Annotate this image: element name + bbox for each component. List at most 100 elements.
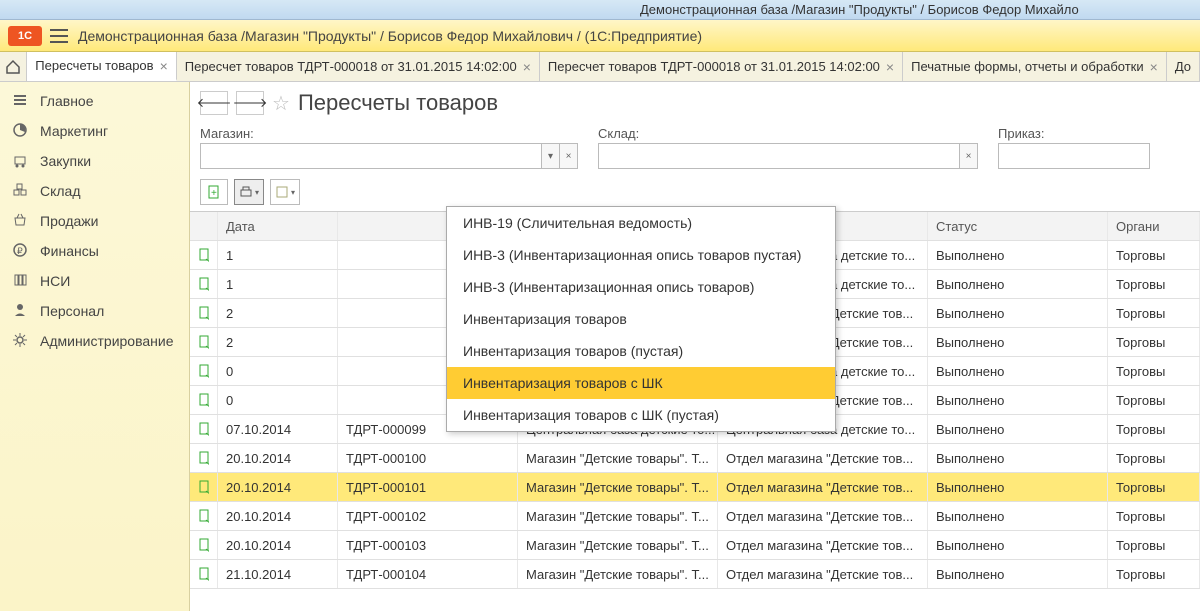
cell-status: Выполнено — [928, 560, 1108, 588]
sidebar-item-5[interactable]: ₽Финансы — [0, 236, 189, 266]
cell-status: Выполнено — [928, 299, 1108, 327]
table-row[interactable]: 21.10.2014ТДРТ-000104Магазин "Детские то… — [190, 560, 1200, 589]
tab-3[interactable]: Печатные формы, отчеты и обработки× — [903, 52, 1167, 81]
sidebar-item-label: Продажи — [40, 213, 98, 229]
content-area: 🡐 🡒 ☆ Пересчеты товаров Магазин: ▾ × Скл… — [190, 82, 1200, 611]
row-icon-cell — [190, 241, 218, 269]
col-icon[interactable] — [190, 212, 218, 240]
cell-store: Магазин "Детские товары". Т... — [518, 444, 718, 472]
tab-1[interactable]: Пересчет товаров ТДРТ-000018 от 31.01.20… — [177, 52, 540, 81]
col-org[interactable]: Органи — [1108, 212, 1200, 240]
dropdown-item[interactable]: Инвентаризация товаров — [447, 303, 835, 335]
boxes-icon — [12, 182, 30, 200]
chevron-down-icon: ▾ — [255, 188, 259, 197]
cell-org: Торговы — [1108, 502, 1200, 530]
cell-status: Выполнено — [928, 270, 1108, 298]
cell-date: 20.10.2014 — [218, 473, 338, 501]
close-icon[interactable]: × — [886, 59, 894, 75]
cell-org: Торговы — [1108, 531, 1200, 559]
report-icon — [275, 185, 289, 199]
reports-button[interactable]: ▾ — [270, 179, 300, 205]
home-tab[interactable] — [0, 52, 27, 81]
close-icon[interactable]: × — [523, 59, 531, 75]
filter-order-input[interactable] — [999, 144, 1149, 168]
row-icon-cell — [190, 502, 218, 530]
chevron-down-icon: ▾ — [291, 188, 295, 197]
create-button[interactable]: + — [200, 179, 228, 205]
filter-shop-combo[interactable]: ▾ × — [200, 143, 578, 169]
filter-warehouse-input[interactable] — [599, 144, 959, 168]
sidebar-item-7[interactable]: Персонал — [0, 296, 189, 326]
close-icon[interactable]: × — [160, 58, 168, 74]
table-row[interactable]: 20.10.2014ТДРТ-000102Магазин "Детские то… — [190, 502, 1200, 531]
list-icon — [12, 92, 30, 110]
cell-status: Выполнено — [928, 502, 1108, 530]
table-row[interactable]: 20.10.2014ТДРТ-000101Магазин "Детские то… — [190, 473, 1200, 502]
cart-icon — [12, 152, 30, 170]
cell-org: Торговы — [1108, 415, 1200, 443]
table-row[interactable]: 20.10.2014ТДРТ-000100Магазин "Детские то… — [190, 444, 1200, 473]
row-icon-cell — [190, 444, 218, 472]
sidebar-item-2[interactable]: Закупки — [0, 146, 189, 176]
tab-2[interactable]: Пересчет товаров ТДРТ-000018 от 31.01.20… — [540, 52, 903, 81]
cell-org: Торговы — [1108, 299, 1200, 327]
row-icon-cell — [190, 415, 218, 443]
clear-icon[interactable]: × — [559, 144, 577, 168]
sidebar-item-8[interactable]: Администрирование — [0, 326, 189, 356]
dropdown-item[interactable]: Инвентаризация товаров с ШК — [447, 367, 835, 399]
cell-date: 07.10.2014 — [218, 415, 338, 443]
cell-number: ТДРТ-000102 — [338, 502, 518, 530]
table-row[interactable]: 20.10.2014ТДРТ-000103Магазин "Детские то… — [190, 531, 1200, 560]
document-icon — [198, 364, 209, 378]
document-icon — [198, 277, 209, 291]
filter-order-combo[interactable] — [998, 143, 1150, 169]
row-icon-cell — [190, 531, 218, 559]
tab-4[interactable]: До — [1167, 52, 1200, 81]
tab-label: Пересчет товаров ТДРТ-000018 от 31.01.20… — [548, 59, 880, 74]
clear-icon[interactable]: × — [959, 144, 977, 168]
document-icon — [198, 335, 209, 349]
books-icon — [12, 272, 30, 290]
coin-icon: ₽ — [12, 242, 30, 260]
cell-org: Торговы — [1108, 357, 1200, 385]
dropdown-item[interactable]: ИНВ-19 (Сличительная ведомость) — [447, 207, 835, 239]
dropdown-item[interactable]: ИНВ-3 (Инвентаризационная опись товаров) — [447, 271, 835, 303]
sidebar-item-0[interactable]: Главное — [0, 86, 189, 116]
person-icon — [12, 302, 30, 320]
favorite-icon[interactable]: ☆ — [272, 91, 290, 116]
filter-warehouse-combo[interactable]: × — [598, 143, 978, 169]
cell-org: Торговы — [1108, 270, 1200, 298]
document-icon — [198, 451, 209, 465]
col-status[interactable]: Статус — [928, 212, 1108, 240]
sidebar-item-1[interactable]: Маркетинг — [0, 116, 189, 146]
close-icon[interactable]: × — [1150, 59, 1158, 75]
dropdown-item[interactable]: ИНВ-3 (Инвентаризационная опись товаров … — [447, 239, 835, 271]
tab-label: До — [1175, 59, 1191, 74]
sidebar-item-3[interactable]: Склад — [0, 176, 189, 206]
sidebar-item-4[interactable]: Продажи — [0, 206, 189, 236]
document-icon — [198, 422, 209, 436]
sidebar: ГлавноеМаркетингЗакупкиСклад Продажи ₽Фина… — [0, 82, 190, 611]
dropdown-icon[interactable]: ▾ — [541, 144, 559, 168]
cell-warehouse: Отдел магазина "Детские тов... — [718, 560, 928, 588]
back-button[interactable]: 🡐 — [200, 91, 228, 115]
dropdown-item[interactable]: Инвентаризация товаров с ШК (пустая) — [447, 399, 835, 431]
dropdown-item[interactable]: Инвентаризация товаров (пустая) — [447, 335, 835, 367]
filter-shop-input[interactable] — [201, 144, 541, 168]
print-button[interactable]: ▾ — [234, 179, 264, 205]
document-icon — [198, 306, 209, 320]
menu-icon[interactable] — [50, 29, 68, 43]
sidebar-item-6[interactable]: НСИ — [0, 266, 189, 296]
tab-label: Пересчеты товаров — [35, 58, 153, 73]
col-date[interactable]: Дата — [218, 212, 338, 240]
pie-icon — [12, 122, 30, 140]
row-icon-cell — [190, 473, 218, 501]
cell-org: Торговы — [1108, 241, 1200, 269]
tab-0[interactable]: Пересчеты товаров × — [27, 52, 176, 81]
filter-order: Приказ: — [998, 126, 1150, 169]
cell-date: 2 — [218, 328, 338, 356]
document-icon — [198, 567, 209, 581]
forward-button[interactable]: 🡒 — [236, 91, 264, 115]
cell-number: ТДРТ-000104 — [338, 560, 518, 588]
app-logo: 1C — [8, 26, 42, 46]
